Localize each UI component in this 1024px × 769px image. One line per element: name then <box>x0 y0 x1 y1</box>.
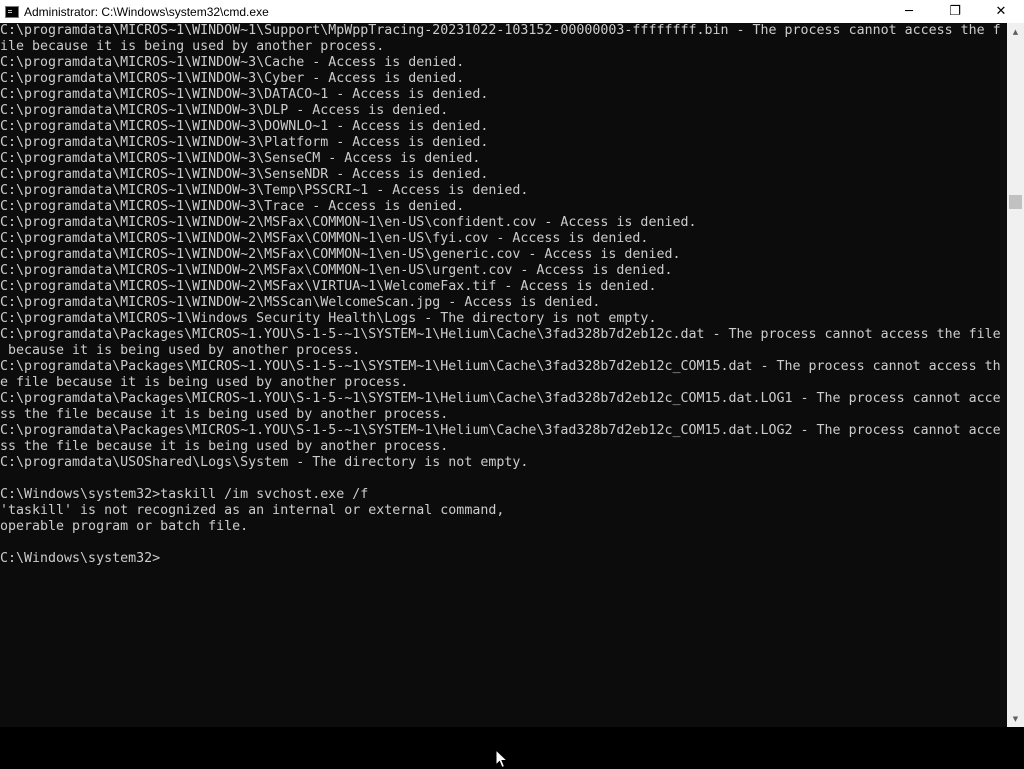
console-line: C:\programdata\Packages\MICROS~1.YOU\S-1… <box>0 391 1001 406</box>
console-line: C:\programdata\MICROS~1\WINDOW~3\Temp\PS… <box>0 183 529 198</box>
console-line: C:\programdata\Packages\MICROS~1.YOU\S-1… <box>0 327 1001 342</box>
console-line: e file because it is being used by anoth… <box>0 375 409 390</box>
console-line: C:\programdata\MICROS~1\WINDOW~2\MSFax\C… <box>0 247 681 262</box>
console-line: C:\programdata\Packages\MICROS~1.YOU\S-1… <box>0 423 1001 438</box>
restore-button[interactable]: ❐ <box>932 0 978 23</box>
console-line: C:\programdata\USOShared\Logs\System - T… <box>0 455 529 470</box>
console-line: C:\programdata\MICROS~1\WINDOW~3\Trace -… <box>0 199 465 214</box>
console-line: C:\programdata\MICROS~1\WINDOW~2\MSFax\V… <box>0 279 657 294</box>
desktop-bottom-strip <box>0 727 1024 768</box>
console-line: C:\programdata\MICROS~1\WINDOW~3\Cyber -… <box>0 71 465 86</box>
console-line: C:\programdata\MICROS~1\WINDOW~1\Support… <box>0 23 1001 38</box>
scroll-thumb[interactable] <box>1009 195 1022 209</box>
console-line: C:\Windows\system32> <box>0 551 161 566</box>
console-line: C:\programdata\MICROS~1\WINDOW~3\SenseCM… <box>0 151 481 166</box>
vertical-scrollbar[interactable]: ▲ ▼ <box>1007 23 1024 727</box>
scroll-up-button[interactable]: ▲ <box>1007 23 1024 40</box>
console-line: C:\programdata\MICROS~1\WINDOW~3\SenseND… <box>0 167 489 182</box>
console-line: C:\programdata\MICROS~1\WINDOW~3\DLP - A… <box>0 103 449 118</box>
title-bar[interactable]: Administrator: C:\Windows\system32\cmd.e… <box>0 0 1024 23</box>
close-button[interactable]: ✕ <box>978 0 1024 23</box>
window-title: Administrator: C:\Windows\system32\cmd.e… <box>24 4 269 19</box>
minimize-button[interactable]: ─ <box>886 0 932 23</box>
console-line: ile because it is being used by another … <box>0 39 385 54</box>
console-line: ss the file because it is being used by … <box>0 407 449 422</box>
console-line: C:\programdata\MICROS~1\WINDOW~2\MSFax\C… <box>0 215 697 230</box>
console-line: C:\programdata\Packages\MICROS~1.YOU\S-1… <box>0 359 1001 374</box>
scroll-down-arrow-icon: ▼ <box>1012 714 1019 723</box>
console-line: C:\programdata\MICROS~1\WINDOW~3\Platfor… <box>0 135 489 150</box>
console-line: 'taskill' is not recognized as an intern… <box>0 503 505 518</box>
console-line: C:\programdata\MICROS~1\Windows Security… <box>0 311 657 326</box>
cmd-app-icon <box>5 5 19 18</box>
close-icon: ✕ <box>995 4 1007 19</box>
restore-icon: ❐ <box>949 4 961 19</box>
console-line: ss the file because it is being used by … <box>0 439 449 454</box>
console-line: C:\programdata\MICROS~1\WINDOW~2\MSFax\C… <box>0 263 673 278</box>
console-line: C:\programdata\MICROS~1\WINDOW~2\MSScan\… <box>0 295 601 310</box>
console-output-area[interactable]: C:\programdata\MICROS~1\WINDOW~1\Support… <box>0 23 1007 727</box>
console-line: C:\programdata\MICROS~1\WINDOW~2\MSFax\C… <box>0 231 649 246</box>
console-line: C:\Windows\system32>taskill /im svchost.… <box>0 487 369 502</box>
console-text: C:\programdata\MICROS~1\WINDOW~1\Support… <box>0 23 1007 567</box>
console-line: C:\programdata\MICROS~1\WINDOW~3\DATACO~… <box>0 87 489 102</box>
minimize-icon: ─ <box>905 4 913 19</box>
console-line: C:\programdata\MICROS~1\WINDOW~3\Cache -… <box>0 55 465 70</box>
scroll-up-arrow-icon: ▲ <box>1012 27 1019 36</box>
scroll-down-button[interactable]: ▼ <box>1007 710 1024 727</box>
console-line: C:\programdata\MICROS~1\WINDOW~3\DOWNLO~… <box>0 119 489 134</box>
console-line: operable program or batch file. <box>0 519 249 534</box>
mouse-pointer-icon <box>495 749 509 769</box>
console-line: because it is being used by another proc… <box>0 343 361 358</box>
